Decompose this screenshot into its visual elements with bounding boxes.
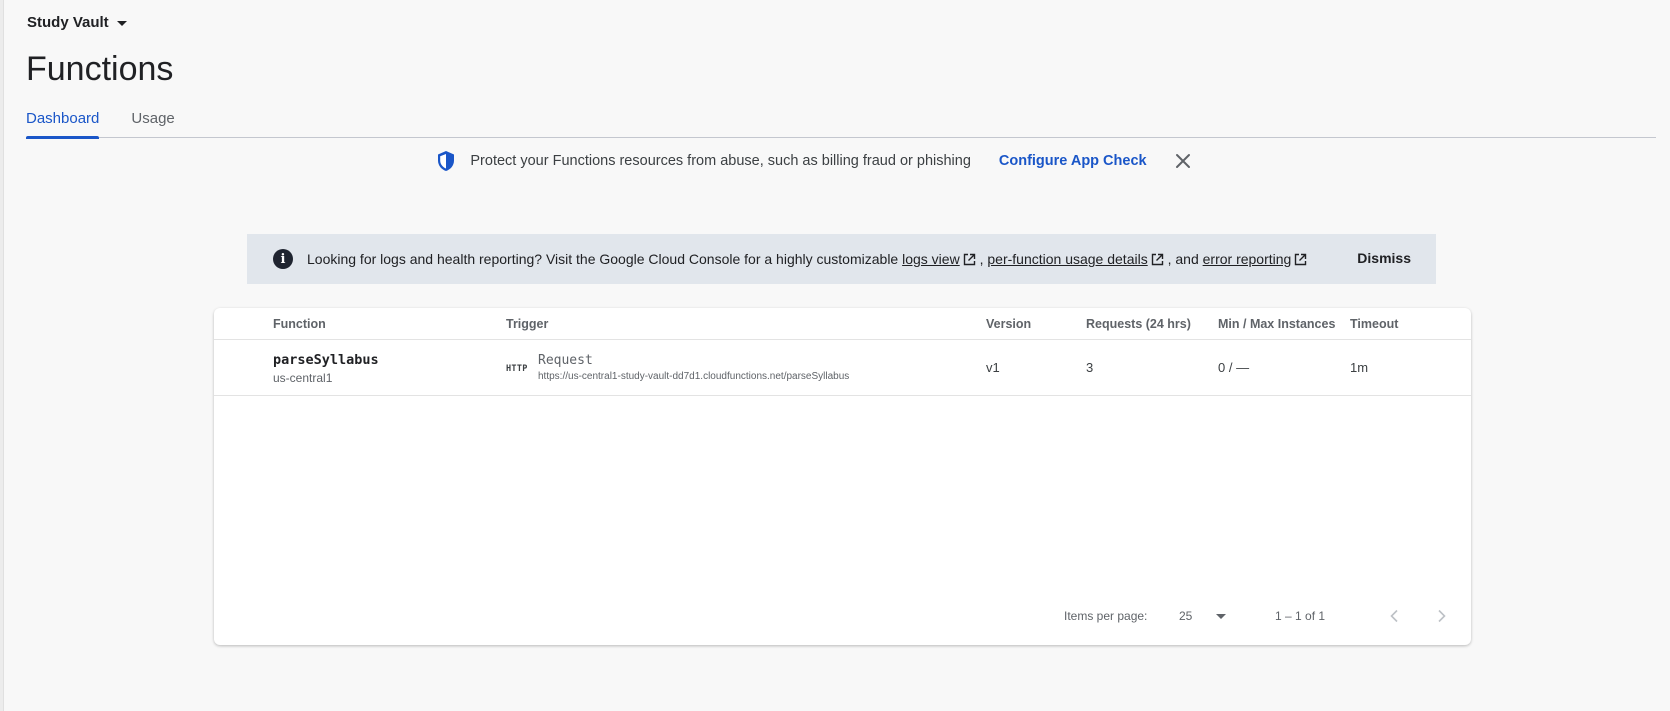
next-page-button[interactable] bbox=[1430, 604, 1454, 628]
chevron-right-icon bbox=[1438, 609, 1446, 623]
per-function-usage-link[interactable]: per-function usage details bbox=[987, 251, 1147, 267]
caret-down-icon bbox=[1216, 614, 1226, 619]
open-in-new-icon bbox=[963, 253, 975, 266]
column-header-trigger[interactable]: Trigger bbox=[506, 317, 548, 331]
chevron-left-icon bbox=[1390, 609, 1398, 623]
left-edge-divider bbox=[0, 0, 4, 711]
version-cell: v1 bbox=[986, 360, 1000, 375]
trigger-type: Request bbox=[538, 353, 593, 368]
configure-app-check-link[interactable]: Configure App Check bbox=[999, 153, 1147, 169]
project-name: Study Vault bbox=[27, 14, 109, 31]
items-per-page-label: Items per page: bbox=[1064, 609, 1148, 623]
logs-view-link[interactable]: logs view bbox=[902, 251, 960, 267]
info-icon: i bbox=[273, 249, 293, 269]
close-icon[interactable] bbox=[1175, 153, 1191, 169]
paginator: Items per page: 25 1 – 1 of 1 bbox=[214, 604, 1471, 628]
open-in-new-icon bbox=[1295, 253, 1307, 266]
info-banner-text: Looking for logs and health reporting? V… bbox=[307, 251, 1307, 267]
function-name[interactable]: parseSyllabus bbox=[273, 352, 379, 368]
dismiss-button[interactable]: Dismiss bbox=[1357, 250, 1411, 266]
table-row[interactable]: parseSyllabus us-central1 HTTP Request h… bbox=[214, 340, 1471, 396]
tab-bar: Dashboard Usage bbox=[26, 100, 1656, 139]
tab-usage[interactable]: Usage bbox=[131, 100, 174, 138]
column-header-instances[interactable]: Min / Max Instances bbox=[1218, 317, 1335, 331]
page-size-select[interactable]: 25 bbox=[1179, 605, 1231, 625]
app-check-message: Protect your Functions resources from ab… bbox=[470, 153, 971, 169]
functions-table-card: Function Trigger Version Requests (24 hr… bbox=[214, 308, 1471, 645]
info-banner: i Looking for logs and health reporting?… bbox=[247, 234, 1436, 284]
timeout-cell: 1m bbox=[1350, 360, 1369, 375]
page-title: Functions bbox=[26, 50, 174, 88]
instances-cell: 0 / — bbox=[1218, 360, 1250, 375]
page-size-value: 25 bbox=[1179, 609, 1193, 623]
requests-cell: 3 bbox=[1086, 360, 1094, 375]
tab-dashboard[interactable]: Dashboard bbox=[26, 100, 100, 139]
column-header-version[interactable]: Version bbox=[986, 317, 1031, 331]
shield-icon bbox=[438, 151, 455, 171]
column-header-requests[interactable]: Requests (24 hrs) bbox=[1086, 317, 1191, 331]
table-header: Function Trigger Version Requests (24 hr… bbox=[214, 308, 1471, 340]
error-reporting-link[interactable]: error reporting bbox=[1203, 251, 1292, 267]
open-in-new-icon bbox=[1151, 253, 1163, 266]
app-check-banner: Protect your Functions resources from ab… bbox=[0, 150, 1670, 172]
info-banner-sep1: , bbox=[975, 251, 988, 267]
info-banner-prefix: Looking for logs and health reporting? V… bbox=[307, 251, 903, 267]
column-header-function[interactable]: Function bbox=[273, 317, 326, 331]
project-switcher[interactable]: Study Vault bbox=[27, 14, 127, 31]
trigger-url[interactable]: https://us-central1-study-vault-dd7d1.cl… bbox=[538, 371, 849, 382]
function-region: us-central1 bbox=[273, 371, 333, 385]
http-trigger-badge: HTTP bbox=[506, 364, 528, 374]
page-range-label: 1 – 1 of 1 bbox=[1275, 609, 1326, 623]
caret-down-icon bbox=[116, 21, 127, 26]
previous-page-button[interactable] bbox=[1382, 604, 1406, 628]
info-banner-sep2: , and bbox=[1163, 251, 1203, 267]
column-header-timeout[interactable]: Timeout bbox=[1350, 317, 1398, 331]
